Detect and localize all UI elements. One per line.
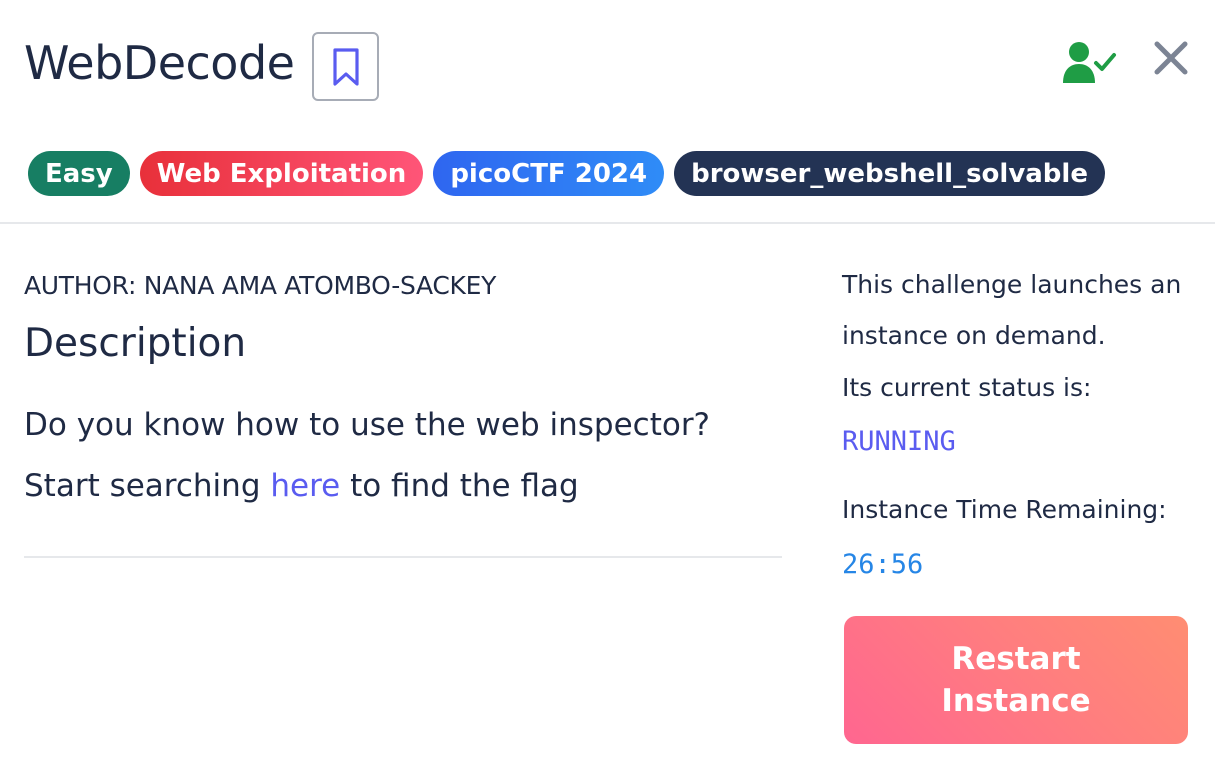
tag-category[interactable]: Web Exploitation (139, 151, 424, 196)
author-label: AUTHOR: NANA AMA ATOMBO-SACKEY (24, 271, 497, 300)
tag-webshell[interactable]: browser_webshell_solvable (674, 151, 1105, 196)
challenge-modal: WebDecode Easy Web Exploitation picoCTF … (0, 0, 1215, 772)
description-link-line: Start searching here to find the flag (24, 468, 579, 504)
instance-intro-line1: This challenge launches an (842, 270, 1182, 299)
description-text-before: Start searching (24, 468, 271, 504)
tag-list: Easy Web Exploitation picoCTF 2024 brows… (28, 151, 1105, 196)
bookmark-button[interactable] (312, 32, 379, 101)
restart-button-line1: Restart (951, 641, 1081, 677)
time-remaining-label: Instance Time Remaining: (842, 495, 1167, 524)
restart-button-line2: Instance (941, 683, 1091, 719)
instance-link[interactable]: here (270, 468, 340, 504)
tag-difficulty[interactable]: Easy (28, 151, 130, 196)
bookmark-icon (332, 47, 359, 86)
instance-intro-line2: instance on demand. (842, 321, 1106, 350)
close-icon[interactable] (1153, 40, 1189, 76)
header-divider (0, 222, 1215, 224)
status-label: Its current status is: (842, 373, 1092, 402)
challenge-title: WebDecode (24, 36, 295, 90)
description-heading: Description (24, 321, 247, 366)
description-text-after: to find the flag (340, 468, 579, 504)
restart-instance-button[interactable]: Restart Instance (844, 616, 1188, 744)
status-value: RUNNING (842, 426, 956, 457)
user-check-icon (1063, 42, 1116, 83)
description-text: Do you know how to use the web inspector… (24, 407, 711, 443)
time-remaining-value: 26:56 (842, 549, 924, 580)
content-divider (24, 556, 782, 558)
tag-event[interactable]: picoCTF 2024 (433, 151, 665, 196)
